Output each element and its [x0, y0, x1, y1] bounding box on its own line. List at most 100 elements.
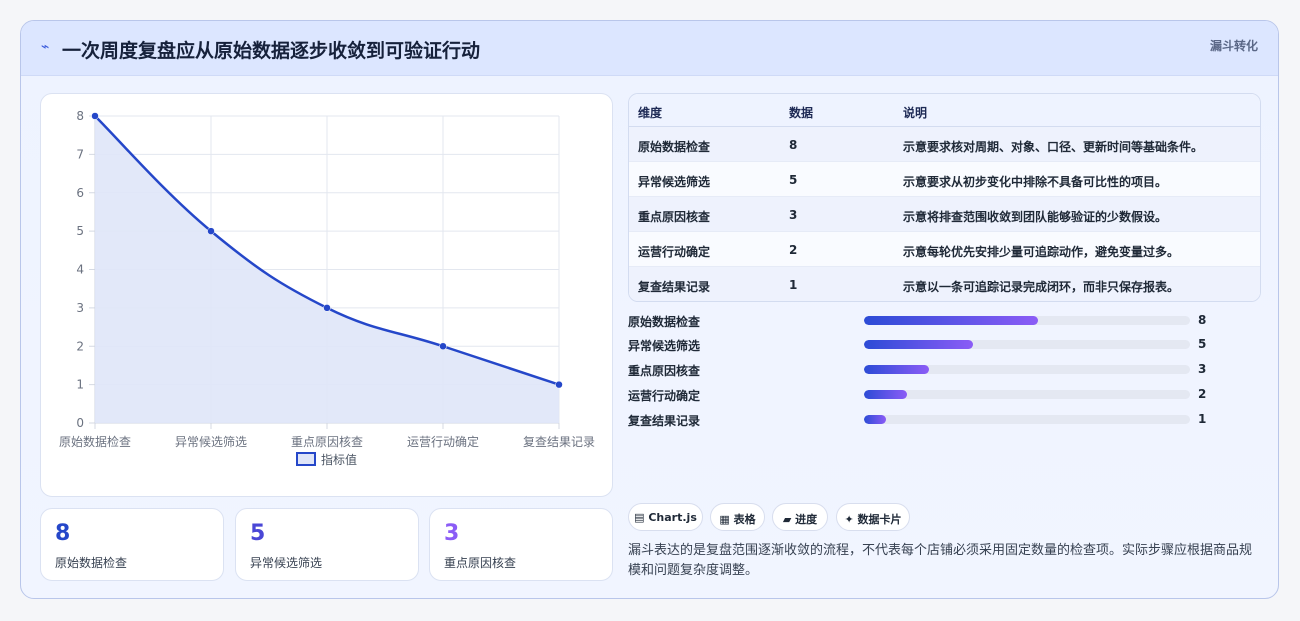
table-cell: 示意以一条可追踪记录完成闭环，而非只保存报表。	[903, 280, 1180, 294]
table-cell: 示意将排查范围收敛到团队能够验证的少数假设。	[903, 210, 1168, 224]
progress-label: 复查结果记录	[628, 414, 701, 428]
progress-value: 8	[1198, 313, 1207, 327]
progress-fill	[864, 340, 973, 349]
stat-label: 异常候选筛选	[250, 556, 323, 570]
legend-label: 指标值	[321, 452, 357, 467]
category-tag: 漏斗转化	[1209, 39, 1258, 53]
y-tick-label: 5	[76, 224, 84, 238]
stat-card-2: 5 异常候选筛选	[235, 508, 419, 581]
chip-label: 表格	[733, 513, 756, 526]
progress-fill	[864, 316, 1038, 325]
y-tick-label: 4	[76, 263, 84, 277]
line-chart: 0 1 2 3 4 5 6 7 8 原始数据检查 异常候选筛选 重点原因核查 运营行动确定 复查结果记录指…	[59, 109, 595, 467]
y-tick-label: 1	[76, 378, 84, 392]
table-cell: 示意要求从初步变化中排除不具备可比性的项目。	[903, 175, 1168, 189]
stat-card-3: 3 重点原因核查	[429, 508, 613, 581]
table-row: 复查结果记录 1 示意以一条可追踪记录完成闭环，而非只保存报表。	[629, 267, 1260, 301]
table-icon: ▦	[719, 513, 730, 526]
y-tick-label: 0	[76, 416, 84, 430]
stat-value: 5	[250, 521, 266, 546]
chart-icon: ▤	[634, 511, 645, 524]
progress-track	[864, 340, 1190, 349]
data-table: 维度 数据 说明 原始数据检查 8 示意要求核对周期、对象、口径、更新时间等基础…	[628, 93, 1261, 302]
progress-row: 异常候选筛选 5	[628, 335, 1228, 355]
chip-chartjs[interactable]: ▤ Chart.js	[628, 503, 703, 531]
column-header: 数据	[789, 106, 814, 120]
x-tick-label: 复查结果记录	[523, 435, 595, 449]
progress-value: 2	[1198, 387, 1207, 401]
x-tick-label: 重点原因核查	[291, 435, 363, 449]
progress-value: 5	[1198, 337, 1207, 351]
table-cell: 示意要求核对周期、对象、口径、更新时间等基础条件。	[903, 140, 1204, 154]
chip-label: Chart.js	[648, 511, 697, 524]
stat-value: 8	[55, 521, 71, 546]
progress-label: 运营行动确定	[628, 389, 701, 403]
data-point	[323, 304, 331, 312]
progress-track	[864, 415, 1190, 424]
data-point	[207, 227, 215, 235]
progress-track	[864, 316, 1190, 325]
y-tick-label: 7	[76, 147, 84, 161]
table-cell: 3	[789, 208, 798, 222]
progress-label: 原始数据检查	[628, 315, 701, 329]
progress-icon: ▰	[782, 513, 792, 526]
funnel-note: 漏斗表达的是复盘范围逐渐收敛的流程，不代表每个店铺必须采用固定数量的检查项。实际…	[628, 543, 1253, 578]
progress-row: 重点原因核查 3	[628, 360, 1228, 380]
data-point	[439, 342, 447, 350]
card-header: ⌁ 一次周度复盘应从原始数据逐步收敛到可验证行动 漏斗转化	[21, 21, 1278, 76]
chip-progress[interactable]: ▰ 进度	[772, 503, 828, 531]
table-cell: 2	[789, 243, 798, 257]
progress-list: 原始数据检查 8 异常候选筛选 5 重点原因核查 3 运营行动确定 2 复查结果…	[628, 311, 1228, 431]
y-tick-label: 8	[76, 109, 84, 123]
x-tick-label: 原始数据检查	[59, 434, 131, 449]
table-cell: 异常候选筛选	[638, 175, 711, 189]
progress-label: 异常候选筛选	[628, 339, 701, 353]
table-row: 原始数据检查 8 示意要求核对周期、对象、口径、更新时间等基础条件。	[629, 127, 1260, 162]
progress-track	[864, 390, 1190, 399]
chip-label: 进度	[795, 513, 818, 526]
column-header: 说明	[903, 106, 928, 120]
stat-card-1: 8 原始数据检查	[40, 508, 224, 581]
chip-table[interactable]: ▦ 表格	[710, 503, 765, 531]
funnel-card: ⌁ 一次周度复盘应从原始数据逐步收敛到可验证行动 漏斗转化 012345678原…	[20, 20, 1279, 599]
progress-fill	[864, 390, 908, 399]
table-cell: 原始数据检查	[638, 140, 711, 154]
stat-label: 原始数据检查	[55, 556, 128, 570]
table-cell: 示意每轮优先安排少量可追踪动作，避免变量过多。	[903, 245, 1180, 259]
line-chart-panel: 0 1 2 3 4 5 6 7 8 原始数据检查 异常候选筛选 重点原因核查 运营行动确定 复查结果记录指…	[40, 93, 613, 497]
table-cell: 1	[789, 278, 798, 292]
y-tick-label: 6	[76, 186, 84, 200]
table-cell: 复查结果记录	[638, 280, 711, 294]
progress-fill	[864, 365, 930, 374]
progress-fill	[864, 415, 886, 424]
stat-value: 3	[444, 521, 460, 546]
progress-row: 原始数据检查 8	[628, 311, 1228, 331]
bolt-icon: ⌁	[41, 39, 50, 55]
page-title: 一次周度复盘应从原始数据逐步收敛到可验证行动	[62, 40, 481, 62]
table-cell: 重点原因核查	[638, 210, 711, 224]
table-row: 重点原因核查 3 示意将排查范围收敛到团队能够验证的少数假设。	[629, 197, 1260, 232]
stat-label: 重点原因核查	[444, 556, 517, 570]
progress-row: 复查结果记录 1	[628, 410, 1228, 430]
table-row: 运营行动确定 2 示意每轮优先安排少量可追踪动作，避免变量过多。	[629, 232, 1260, 267]
column-header: 维度	[638, 106, 663, 120]
y-tick-label: 2	[76, 339, 84, 353]
table-cell: 5	[789, 173, 798, 187]
progress-label: 重点原因核查	[628, 364, 701, 378]
data-point	[555, 380, 563, 389]
x-tick-label: 运营行动确定	[407, 434, 479, 449]
progress-row: 运营行动确定 2	[628, 385, 1228, 405]
table-header-row: 维度 数据 说明	[629, 94, 1260, 127]
progress-value: 3	[1198, 362, 1207, 376]
x-tick-label: 异常候选筛选	[175, 434, 247, 449]
table-cell: 运营行动确定	[638, 245, 711, 259]
sparkle-icon: ✦	[844, 513, 854, 526]
y-tick-label: 3	[76, 301, 84, 315]
progress-track	[864, 365, 1190, 374]
chip-data-card[interactable]: ✦ 数据卡片	[836, 503, 910, 531]
progress-value: 1	[1198, 412, 1207, 426]
chip-label: 数据卡片	[857, 513, 902, 526]
table-row: 异常候选筛选 5 示意要求从初步变化中排除不具备可比性的项目。	[629, 162, 1260, 197]
legend-swatch	[296, 452, 316, 466]
data-point	[91, 112, 99, 120]
